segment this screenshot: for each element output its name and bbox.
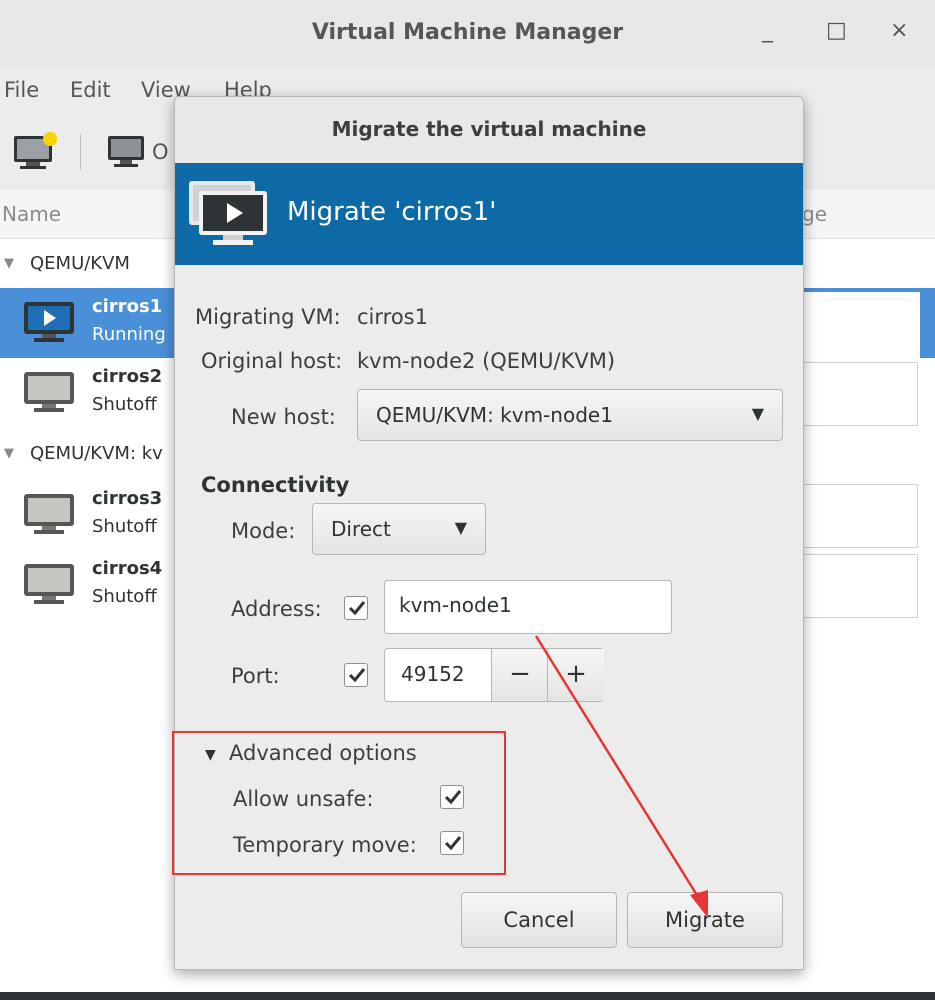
expander-down-icon[interactable]: ▼	[4, 446, 14, 461]
original-host-label: Original host:	[201, 349, 343, 373]
new-host-dropdown[interactable]: QEMU/KVM: kvm-node1 ▼	[357, 389, 783, 441]
mode-dropdown[interactable]: Direct ▼	[312, 503, 486, 555]
maximize-button[interactable]: □	[826, 18, 847, 43]
new-host-selected: QEMU/KVM: kvm-node1	[376, 403, 613, 427]
dialog-titlebar[interactable]: Migrate the virtual machine	[175, 97, 803, 163]
address-label: Address:	[231, 597, 322, 621]
vm-shutoff-icon	[22, 562, 78, 608]
original-host-value: kvm-node2 (QEMU/KVM)	[357, 349, 616, 373]
new-host-label: New host:	[231, 405, 336, 429]
main-titlebar: Virtual Machine Manager _ □ ×	[0, 0, 935, 67]
vm-name: cirros4	[92, 558, 163, 579]
close-button[interactable]: ×	[890, 18, 908, 43]
cancel-button[interactable]: Cancel	[461, 892, 617, 948]
port-increment-button[interactable]: +	[547, 649, 604, 701]
cpu-usage-graph	[790, 554, 918, 618]
connectivity-heading: Connectivity	[201, 473, 350, 497]
checkmark-icon	[348, 601, 366, 616]
migrate-dialog: Migrate the virtual machine Migrate 'cir…	[174, 96, 804, 970]
advanced-options-expander[interactable]: Advanced options	[229, 741, 417, 765]
migrating-vm-label: Migrating VM:	[195, 305, 341, 329]
vm-status: Shutoff	[92, 394, 157, 415]
port-decrement-button[interactable]: −	[491, 649, 548, 701]
group-label: QEMU/KVM: kv	[30, 443, 163, 464]
chevron-down-icon: ▼	[751, 404, 764, 423]
cpu-usage-graph	[790, 484, 918, 548]
window-bottom-border	[0, 992, 935, 1000]
new-vm-icon[interactable]	[12, 132, 58, 172]
vm-name: cirros2	[92, 366, 163, 387]
vm-shutoff-icon	[22, 370, 78, 416]
address-checkbox[interactable]	[344, 596, 368, 620]
checkmark-icon	[348, 668, 366, 683]
address-input[interactable]	[399, 593, 639, 617]
expander-down-icon[interactable]: ▼	[4, 256, 14, 271]
vm-migrate-icon	[185, 177, 271, 249]
dialog-banner: Migrate 'cirros1'	[175, 163, 803, 265]
expander-down-icon[interactable]: ▼	[205, 747, 216, 763]
column-cpu-usage[interactable]: ge	[802, 202, 827, 226]
port-spinbutton[interactable]: − +	[384, 648, 604, 702]
minimize-button[interactable]: _	[762, 18, 773, 43]
vm-status: Shutoff	[92, 516, 157, 537]
checkmark-icon	[444, 790, 462, 805]
temporary-move-checkbox[interactable]	[440, 831, 464, 855]
menu-edit[interactable]: Edit	[70, 78, 111, 102]
port-checkbox[interactable]	[344, 663, 368, 687]
migrate-button[interactable]: Migrate	[627, 892, 783, 948]
banner-title: Migrate 'cirros1'	[287, 197, 497, 227]
vm-status: Running	[92, 324, 166, 345]
port-input[interactable]	[401, 662, 487, 686]
address-input-box[interactable]	[384, 580, 672, 634]
allow-unsafe-checkbox[interactable]	[440, 785, 464, 809]
vm-name: cirros1	[92, 296, 163, 317]
cpu-usage-graph	[790, 362, 918, 426]
main-window-title: Virtual Machine Manager	[311, 20, 624, 45]
dialog-title: Migrate the virtual machine	[331, 117, 647, 141]
temporary-move-label: Temporary move:	[233, 833, 417, 857]
mode-selected: Direct	[331, 517, 391, 541]
column-name[interactable]: Name	[2, 202, 61, 226]
open-button-label[interactable]: O	[152, 140, 169, 164]
port-label: Port:	[231, 664, 280, 688]
toolbar-separator	[80, 134, 81, 170]
vm-shutoff-icon	[22, 492, 78, 538]
menu-file[interactable]: File	[4, 78, 39, 102]
vm-status: Shutoff	[92, 586, 157, 607]
migrating-vm-value: cirros1	[357, 305, 428, 329]
cpu-usage-graph	[790, 292, 920, 358]
open-vm-icon[interactable]	[106, 134, 146, 170]
mode-label: Mode:	[231, 519, 296, 543]
vm-name: cirros3	[92, 488, 163, 509]
chevron-down-icon: ▼	[454, 518, 467, 537]
allow-unsafe-label: Allow unsafe:	[233, 787, 374, 811]
group-label: QEMU/KVM	[30, 253, 130, 274]
checkmark-icon	[444, 836, 462, 851]
vm-running-icon	[22, 300, 78, 346]
